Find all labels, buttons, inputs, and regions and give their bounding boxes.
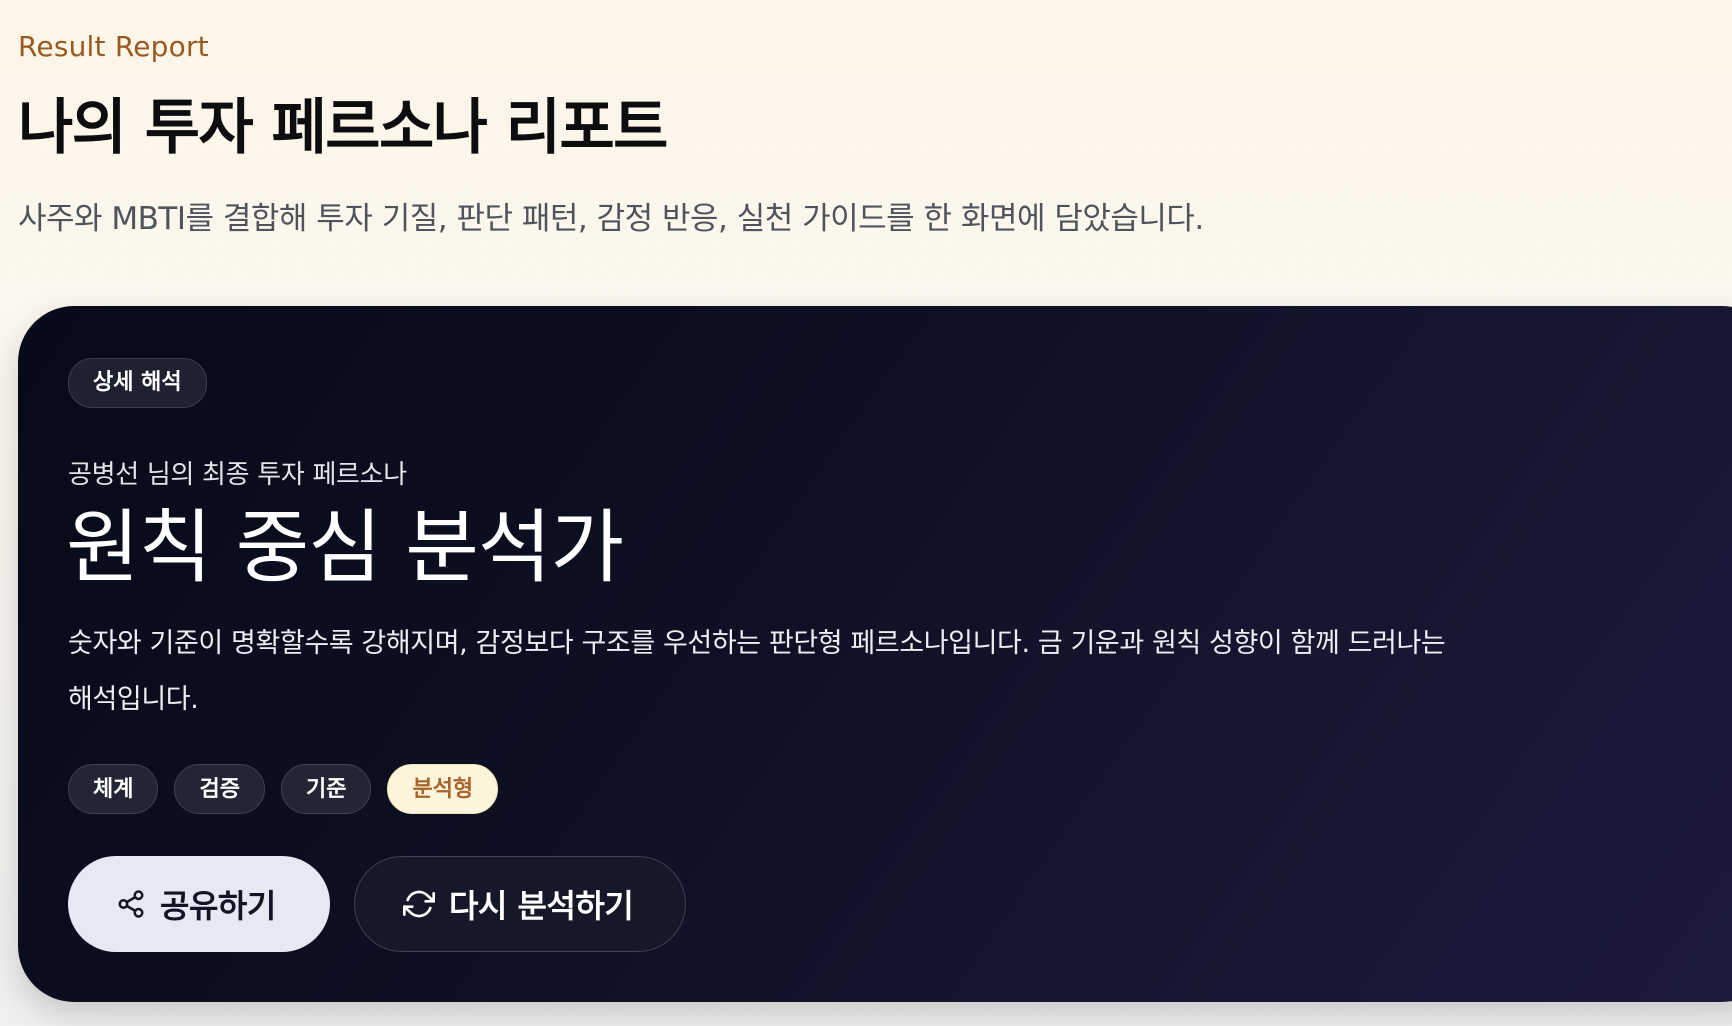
detail-badge: 상세 해석 — [68, 358, 207, 408]
page-subtitle: 사주와 MBTI를 결합해 투자 기질, 판단 패턴, 감정 반응, 실천 가이… — [18, 201, 1204, 237]
refresh-icon — [403, 888, 435, 920]
page-title: 나의 투자 페르소나 리포트 — [18, 93, 668, 163]
persona-hero-card: 상세 해석 공병선 님의 최종 투자 페르소나 원칙 중심 분석가 숫자와 기준… — [18, 306, 1732, 1002]
action-buttons: 공유하기 다시 분석하기 — [68, 856, 686, 952]
reanalyze-button[interactable]: 다시 분석하기 — [354, 856, 686, 952]
tag-system: 체계 — [68, 764, 159, 814]
persona-description: 숫자와 기준이 명확할수록 강해지며, 감정보다 구조를 우선하는 판단형 페르… — [68, 628, 1446, 715]
share-icon — [116, 889, 146, 919]
persona-owner-line: 공병선 님의 최종 투자 페르소나 — [68, 460, 407, 490]
tag-verification: 검증 — [174, 764, 265, 814]
tag-analyst-type: 분석형 — [387, 764, 499, 814]
tag-standard: 기준 — [280, 764, 372, 814]
share-button[interactable]: 공유하기 — [68, 856, 330, 952]
persona-tags: 체계 검증 기준 분석형 — [68, 764, 499, 814]
report-eyebrow: Result Report — [18, 30, 209, 63]
reanalyze-button-label: 다시 분석하기 — [449, 887, 634, 925]
share-button-label: 공유하기 — [160, 887, 276, 925]
persona-name: 원칙 중심 분석가 — [66, 501, 624, 594]
